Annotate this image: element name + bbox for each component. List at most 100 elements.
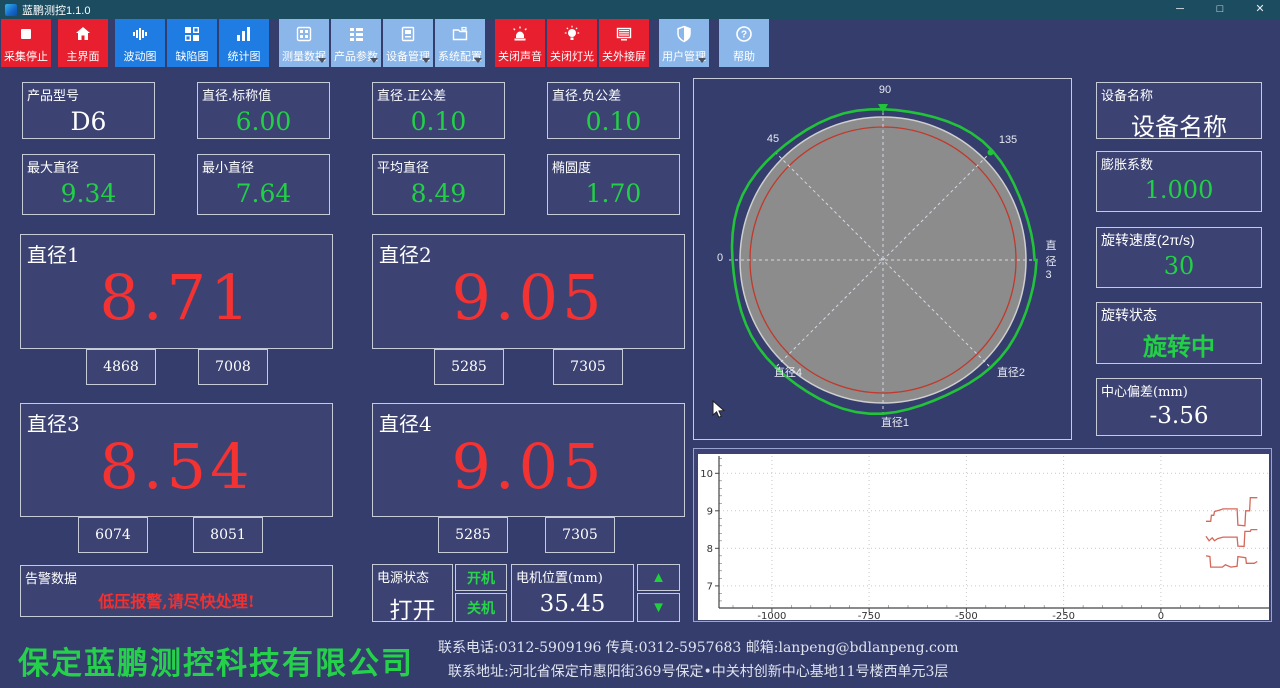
svg-text:7: 7 [707,581,713,592]
power-on-button[interactable]: 开机 [455,564,507,591]
power-status-label: 电源状态 [377,567,429,586]
diameter4-sensor-b: 7305 [545,517,615,553]
diameter2-sensor-a: 5285 [434,349,504,385]
triangle-up-icon: ▲ [651,569,666,586]
alarm-message: 低压报警,请尽快处理! [21,588,332,612]
waveform-icon [130,19,150,48]
home-icon [73,19,93,48]
center-offset-value: -3.56 [1097,403,1261,429]
product-model-panel: 产品型号 D6 [22,82,155,139]
cross-section-panel: 90 45 135 0 直径3 直径4 直径2 直径1 [693,78,1072,440]
diameter1-panel: 直径1 8.71 [20,234,333,349]
minimize-button[interactable]: ─ [1160,0,1200,19]
rotation-state-panel: 旋转状态 旋转中 [1096,302,1262,364]
maximize-button[interactable]: □ [1200,0,1240,19]
polar-label-dia1: 直径1 [881,414,909,430]
rotation-speed-value: 30 [1097,252,1261,280]
svg-text:-500: -500 [955,611,978,620]
diameter1-value: 8.71 [21,261,332,334]
motor-position-label: 电机位置(mm) [516,567,603,586]
diameter4-sensor-a: 5285 [438,517,508,553]
avg-diameter-value: 8.49 [373,179,504,208]
trend-chart-area: 78910-1000-750-500-2500 [698,454,1269,620]
motor-down-button[interactable]: ▼ [637,593,680,622]
svg-text:8: 8 [707,544,713,555]
bulb-icon [562,19,582,48]
mouse-cursor [712,400,728,420]
max-diameter-value: 9.34 [23,179,154,208]
power-status-value: 打开 [373,591,452,625]
alarm-label: 告警数据 [25,568,77,587]
btn-measure-data[interactable]: 测量数据 [279,19,329,67]
diameter4-panel: 直径4 9.05 [372,403,685,517]
plus-tolerance-label: 直径.正公差 [377,85,446,104]
device-icon [398,19,418,48]
screen-icon [614,19,634,48]
diameter2-panel: 直径2 9.05 [372,234,685,349]
dropdown-caret-icon [370,58,378,63]
power-off-button[interactable]: 关机 [455,593,507,622]
btn-defect-chart[interactable]: 缺陷图 [167,19,217,67]
btn-help[interactable]: ? 帮助 [719,19,769,67]
diameter3-panel: 直径3 8.54 [20,403,333,517]
btn-device-manage[interactable]: 设备管理 [383,19,433,67]
btn-external-screen[interactable]: 关外接屏 [599,19,649,67]
plus-tolerance-panel: 直径.正公差 0.10 [372,82,505,139]
alarm-panel: 告警数据 低压报警,请尽快处理! [20,565,333,617]
polar-label-dia3: 直径3 [1046,237,1063,281]
app-logo-icon [5,4,17,16]
list-icon [346,19,366,48]
close-button[interactable]: ✕ [1240,0,1280,19]
avg-diameter-label: 平均直径 [377,157,429,176]
btn-wave-chart[interactable]: 波动图 [115,19,165,67]
btn-system-config[interactable]: 系统配置 [435,19,485,67]
trend-chart: 78910-1000-750-500-2500 [698,454,1269,620]
minus-tolerance-label: 直径.负公差 [552,85,621,104]
svg-text:0: 0 [1158,611,1164,620]
polar-label-dia2: 直径2 [997,364,1025,380]
diameter1-sensor-a: 4868 [86,349,156,385]
btn-close-light[interactable]: 关闭灯光 [547,19,597,67]
bar-chart-icon [234,19,254,48]
diameter2-sensor-b: 7305 [553,349,623,385]
btn-stats-chart[interactable]: 统计图 [219,19,269,67]
svg-text:-250: -250 [1052,611,1075,620]
nominal-dia-label: 直径.标称值 [202,85,271,104]
avg-diameter-panel: 平均直径 8.49 [372,154,505,215]
toolbar: 采集停止 主界面 波动图 缺陷图 统计图 测量数据 [1,19,771,67]
nominal-dia-value: 6.00 [198,107,329,136]
title-bar: 蓝鹏测控1.1.0 ─ □ ✕ [0,0,1280,19]
dropdown-caret-icon [318,58,326,63]
help-icon: ? [734,19,754,48]
contact-phone-line: 联系电话:0312-5909196 传真:0312-5957683 邮箱:lan… [438,637,959,657]
rotation-state-value: 旋转中 [1097,327,1261,362]
nominal-dia-panel: 直径.标称值 6.00 [197,82,330,139]
diameter2-value: 9.05 [373,261,684,334]
btn-stop-collect[interactable]: 采集停止 [1,19,51,67]
svg-text:9: 9 [707,506,713,517]
btn-main-screen[interactable]: 主界面 [58,19,108,67]
folder-icon [450,19,470,48]
diameter3-sensor-a: 6074 [78,517,148,553]
app-window: 蓝鹏测控1.1.0 ─ □ ✕ 采集停止 主界面 波动图 缺陷图 [0,0,1280,688]
dropdown-caret-icon [474,58,482,63]
product-model-label: 产品型号 [27,85,79,104]
device-name-value: 设备名称 [1097,107,1261,142]
btn-user-manage[interactable]: 用户管理 [659,19,709,67]
btn-close-sound[interactable]: 关闭声音 [495,19,545,67]
max-diameter-panel: 最大直径 9.34 [22,154,155,215]
rotation-speed-panel: 旋转速度(2π/s) 30 [1096,227,1262,288]
btn-product-params[interactable]: 产品参数 [331,19,381,67]
device-name-panel: 设备名称 设备名称 [1096,82,1262,139]
polar-angle-135: 135 [999,134,1017,146]
triangle-down-icon: ▼ [651,599,666,616]
rotation-speed-label: 旋转速度(2π/s) [1101,230,1195,250]
ovality-panel: 椭圆度 1.70 [547,154,680,215]
expansion-coeff-label: 膨胀系数 [1101,154,1153,173]
polar-angle-0: 0 [717,252,723,264]
contact-address-line: 联系地址:河北省保定市惠阳街369号保定•中关村创新中心基地11号楼西单元3层 [448,661,948,681]
svg-text:-1000: -1000 [757,611,786,620]
siren-icon [510,19,530,48]
motor-up-button[interactable]: ▲ [637,564,680,591]
motor-position-panel: 电机位置(mm) 35.45 [511,564,634,622]
